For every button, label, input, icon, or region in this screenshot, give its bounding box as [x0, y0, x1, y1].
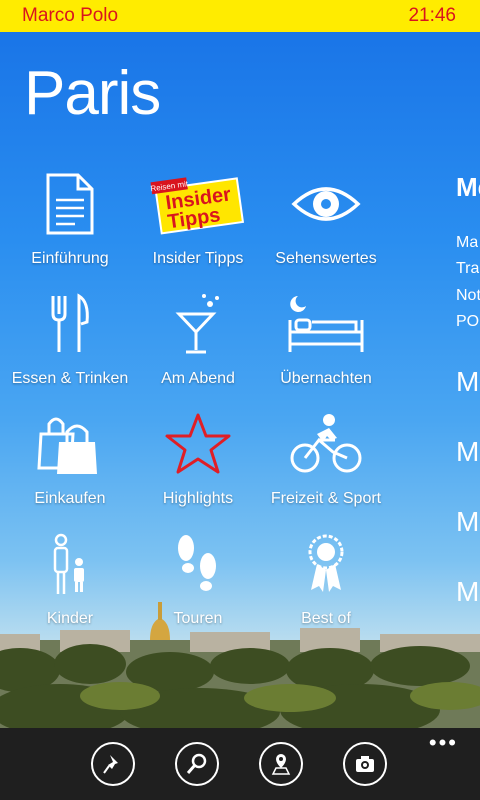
app-bar: ••• — [0, 728, 480, 800]
search-button[interactable] — [175, 742, 219, 786]
camera-icon — [356, 756, 374, 772]
pin-button[interactable] — [91, 742, 135, 786]
tile-insider-tipps[interactable]: Reisen mit Insider Tipps Insider Tipps — [134, 172, 262, 292]
tile-einfuehrung[interactable]: Einführung — [6, 172, 134, 292]
cyclist-icon — [262, 412, 390, 494]
more-options-button[interactable]: ••• — [429, 730, 458, 756]
star-icon — [134, 412, 262, 494]
tile-label: Einkaufen — [34, 490, 106, 507]
shopping-bags-icon — [6, 412, 134, 494]
document-icon — [6, 172, 134, 254]
tile-freizeit-sport[interactable]: Freizeit & Sport — [262, 412, 390, 532]
tile-einkaufen[interactable]: Einkaufen — [6, 412, 134, 532]
tile-highlights[interactable]: Highlights — [134, 412, 262, 532]
side-item[interactable]: M — [456, 366, 479, 398]
tile-label: Übernachten — [280, 370, 372, 387]
tile-label: Freizeit & Sport — [270, 490, 382, 507]
tile-label: Insider Tipps — [152, 250, 244, 267]
app-screen: Marco Polo 21:46 Paris Einführung Reisen… — [0, 0, 480, 800]
clock: 21:46 — [408, 5, 456, 26]
tile-label: Einführung — [31, 250, 109, 267]
side-item[interactable]: M — [456, 506, 479, 538]
tile-uebernachten[interactable]: Übernachten — [262, 292, 390, 412]
side-line: PO — [456, 313, 480, 330]
page-title: Paris — [24, 59, 161, 128]
tile-label: Highlights — [162, 490, 234, 507]
tile-essen-trinken[interactable]: Essen & Trinken — [6, 292, 134, 412]
side-heading: Me — [456, 172, 480, 202]
tile-am-abend[interactable]: Am Abend — [134, 292, 262, 412]
side-line: Ma — [456, 234, 479, 251]
eye-icon — [262, 172, 390, 254]
pin-icon — [103, 755, 118, 774]
side-line: Tra — [456, 260, 480, 277]
status-bar: Marco Polo 21:46 — [0, 0, 480, 32]
map-pin-icon — [271, 754, 291, 775]
app-name: Marco Polo — [22, 5, 119, 26]
insider-tipps-logo: Reisen mit Insider Tipps — [134, 172, 262, 254]
side-item[interactable]: M — [456, 436, 479, 468]
map-button[interactable] — [259, 742, 303, 786]
side-line: Not — [456, 287, 480, 304]
tile-label: Sehenswertes — [275, 250, 377, 267]
camera-button[interactable] — [343, 742, 387, 786]
fork-knife-icon — [6, 292, 134, 374]
tile-label: Essen & Trinken — [11, 370, 129, 387]
tile-label: Am Abend — [161, 370, 235, 387]
cocktail-glass-icon — [134, 292, 262, 374]
tile-sehenswertes[interactable]: Sehenswertes — [262, 172, 390, 292]
bed-icon — [262, 292, 390, 374]
city-skyline-image — [0, 602, 480, 730]
search-icon — [186, 753, 207, 774]
